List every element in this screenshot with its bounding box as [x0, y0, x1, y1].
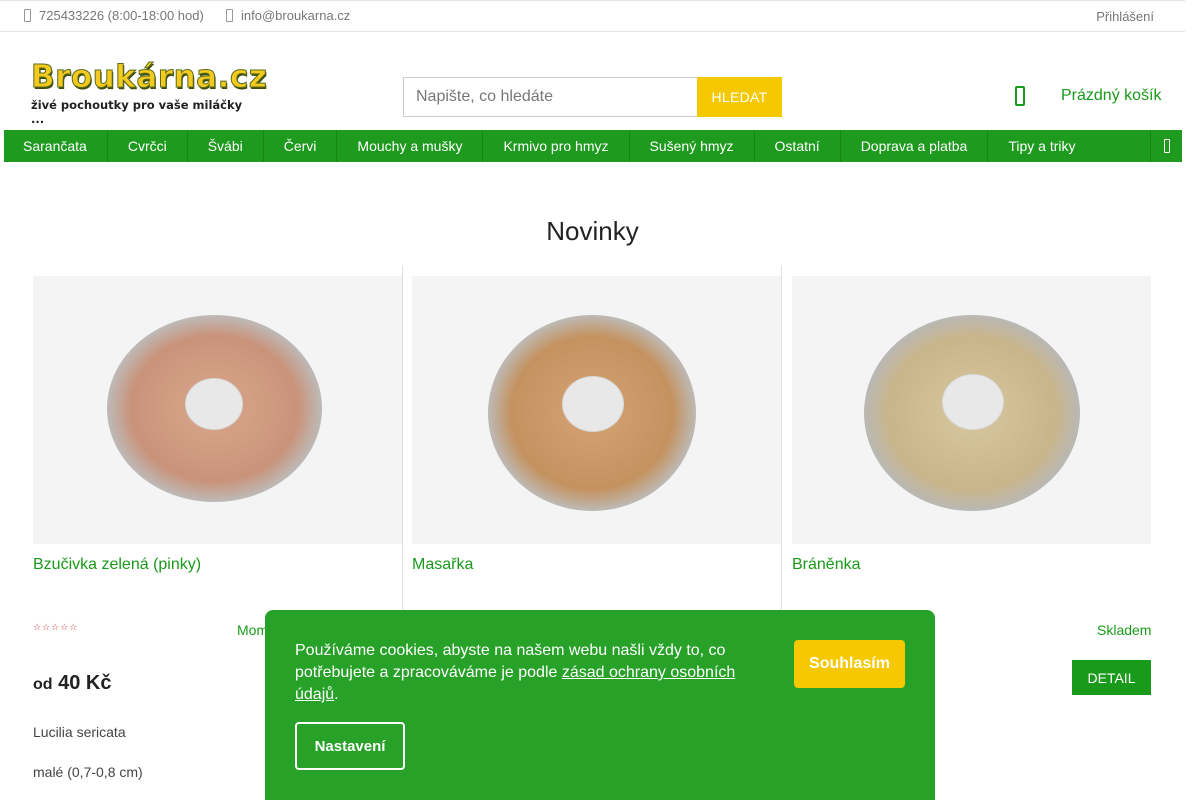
- search-input[interactable]: [403, 77, 697, 117]
- nav-item-krmivo[interactable]: Krmivo pro hmyz: [483, 130, 630, 162]
- product-price: od 40 Kč: [33, 672, 111, 695]
- product-name[interactable]: Bzučivka zelená (pinky): [33, 556, 201, 574]
- phone-icon: [24, 9, 31, 22]
- email-contact[interactable]: info@broukarna.cz: [226, 8, 350, 23]
- product-image[interactable]: [412, 276, 781, 544]
- product-dish-label: [185, 378, 243, 430]
- product-size: malé (0,7-0,8 cm): [33, 764, 143, 780]
- cookie-agree-button[interactable]: Souhlasím: [794, 640, 905, 688]
- price-prefix: od: [33, 676, 53, 693]
- product-stock: Mom: [237, 622, 269, 638]
- nav-item-mouchy[interactable]: Mouchy a mušky: [337, 130, 484, 162]
- phone-contact[interactable]: 725433226 (8:00-18:00 hod): [24, 8, 204, 23]
- nav-item-cervi[interactable]: Červi: [264, 130, 338, 162]
- nav-item-svabi[interactable]: Švábi: [188, 130, 264, 162]
- search-button[interactable]: HLEDAT: [697, 77, 782, 117]
- cart-label[interactable]: Prázdný košík: [1061, 87, 1161, 105]
- nav-item-ostatni[interactable]: Ostatní: [755, 130, 841, 162]
- nav-item-sarancata[interactable]: Sarančata: [4, 130, 108, 162]
- cookie-text: Používáme cookies, abyste na našem webu …: [295, 640, 750, 706]
- section-title: Novinky: [546, 216, 639, 246]
- nav-item-suseny-hmyz[interactable]: Sušený hmyz: [630, 130, 755, 162]
- cookie-settings-button[interactable]: Nastavení: [295, 722, 405, 770]
- search-form: HLEDAT: [403, 77, 782, 117]
- product-name[interactable]: Bráněnka: [792, 556, 861, 574]
- product-dish-label: [562, 376, 624, 432]
- email-address[interactable]: info@broukarna.cz: [241, 8, 350, 23]
- product-rating: ☆☆☆☆☆: [33, 622, 79, 632]
- nav-item-tipy[interactable]: Tipy a triky: [988, 130, 1150, 162]
- nav-item-doprava[interactable]: Doprava a platba: [841, 130, 989, 162]
- nav-item-cvrcci[interactable]: Cvrčci: [108, 130, 188, 162]
- cookie-banner: Používáme cookies, abyste na našem webu …: [265, 610, 935, 800]
- product-image[interactable]: [792, 276, 1151, 544]
- logo-tagline: živé pochoutky pro vaše miláčky ...: [31, 98, 243, 126]
- product-latin-name: Lucilia sericata: [33, 724, 126, 740]
- phone-number[interactable]: 725433226 (8:00-18:00 hod): [39, 8, 204, 23]
- price-value: 40 Kč: [58, 672, 112, 694]
- cookie-text-after: .: [334, 686, 339, 703]
- cart[interactable]: Prázdný košík: [1015, 86, 1161, 106]
- nav-more-icon[interactable]: [1150, 130, 1182, 162]
- logo-brand: Broukárna.cz: [31, 59, 268, 95]
- header: Broukárna.cz živé pochoutky pro vaše mil…: [0, 32, 1185, 130]
- email-icon: [226, 9, 233, 22]
- product-dish-label: [942, 374, 1004, 430]
- site-logo[interactable]: Broukárna.cz živé pochoutky pro vaše mil…: [31, 59, 268, 127]
- top-bar: 725433226 (8:00-18:00 hod) info@broukarn…: [0, 0, 1185, 32]
- product-name[interactable]: Masařka: [412, 556, 473, 574]
- detail-button[interactable]: DETAIL: [1072, 660, 1151, 695]
- product-image[interactable]: [33, 276, 402, 544]
- product-stock: Skladem: [1097, 622, 1152, 638]
- main-nav: Sarančata Cvrčci Švábi Červi Mouchy a mu…: [4, 130, 1182, 162]
- cart-icon: [1015, 86, 1025, 106]
- login-link[interactable]: Přihlášení: [1096, 9, 1154, 24]
